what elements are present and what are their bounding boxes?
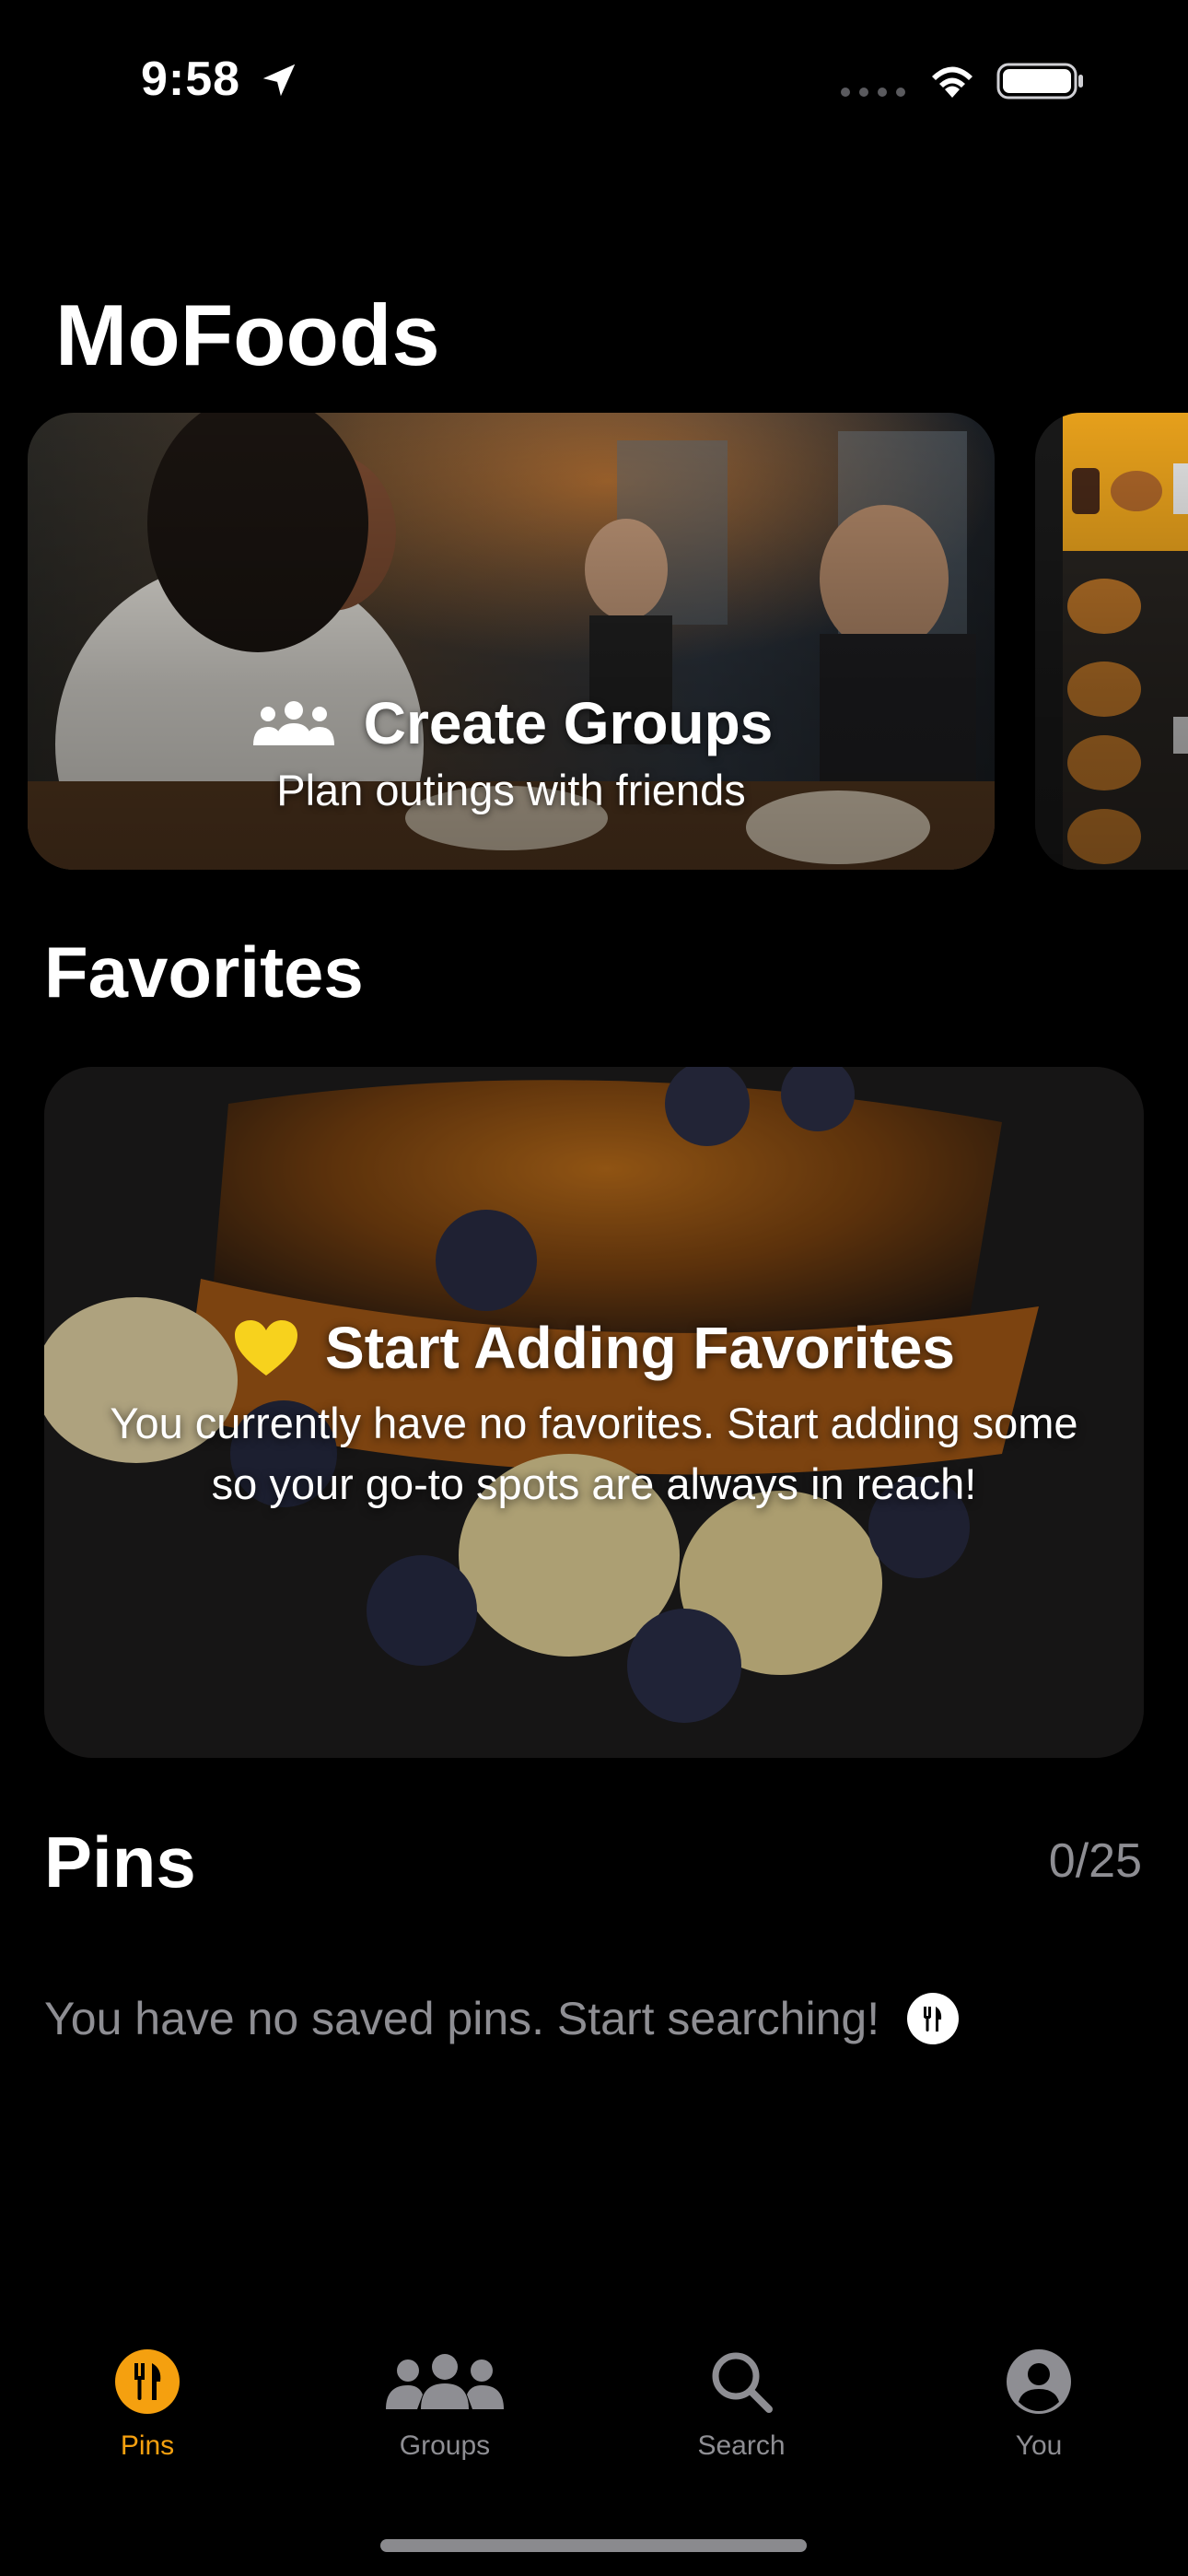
utensils-icon <box>907 1993 960 2044</box>
card-subtitle: Plan outings with friends <box>276 766 746 814</box>
status-bar: 9:58 <box>0 0 1188 157</box>
app-screen: 9:58 MoFoods Create Groups Plan outings … <box>0 0 1188 2576</box>
battery-icon <box>996 63 1083 100</box>
tab-icon <box>384 2340 506 2423</box>
search-icon <box>712 2352 773 2413</box>
card-heading: Create Groups <box>28 689 995 757</box>
card-content: Create Groups Plan outings with friends <box>28 689 995 815</box>
tab-you[interactable]: You <box>947 2340 1131 2462</box>
favorites-card-title: Start Adding Favorites <box>325 1315 955 1381</box>
group-icon <box>386 2354 504 2409</box>
pins-empty-state: You have no saved pins. Start searching! <box>44 1992 960 2045</box>
tab-groups[interactable]: Groups <box>353 2340 537 2462</box>
favorites-card-heading: Start Adding Favorites <box>99 1314 1089 1382</box>
pins-heading: Pins <box>44 1821 196 1903</box>
tab-bar: Pins Groups Search You <box>0 2340 1188 2506</box>
utensils-icon <box>115 2349 180 2414</box>
profile-icon <box>1007 2349 1071 2414</box>
tab-icon <box>708 2340 775 2423</box>
tab-pins[interactable]: Pins <box>55 2340 239 2462</box>
heart-icon <box>235 1320 298 1376</box>
create-groups-card[interactable]: Create Groups Plan outings with friends <box>28 413 995 870</box>
pins-empty-message: You have no saved pins. Start searching! <box>44 1993 880 2044</box>
pins-count: 0/25 <box>1048 1834 1142 1888</box>
favorites-card-description: You currently have no favorites. Start a… <box>110 1399 1078 1508</box>
favorites-card-content: Start Adding Favorites You currently hav… <box>44 1314 1144 1515</box>
tab-icon <box>1006 2340 1072 2423</box>
menu-card[interactable] <box>1035 413 1188 870</box>
favorites-empty-card[interactable]: Start Adding Favorites You currently hav… <box>44 1067 1144 1758</box>
tab-label: Groups <box>399 2430 491 2461</box>
group-icon <box>252 701 334 745</box>
cellular-signal-icon <box>841 88 905 97</box>
tab-label: Search <box>697 2430 786 2461</box>
tab-label: You <box>1015 2430 1063 2461</box>
card-overlay <box>1035 413 1188 870</box>
app-title: MoFoods <box>55 287 440 383</box>
tab-label: Pins <box>120 2430 175 2461</box>
wifi-icon <box>932 66 973 98</box>
home-indicator[interactable] <box>380 2539 807 2552</box>
feature-carousel[interactable]: Create Groups Plan outings with friends <box>0 413 1188 870</box>
favorites-heading: Favorites <box>44 931 364 1013</box>
status-time: 9:58 <box>141 53 241 106</box>
tab-search[interactable]: Search <box>649 2340 833 2462</box>
location-arrow-icon <box>262 64 296 97</box>
tab-icon <box>114 2340 181 2423</box>
card-title: Create Groups <box>363 690 774 756</box>
